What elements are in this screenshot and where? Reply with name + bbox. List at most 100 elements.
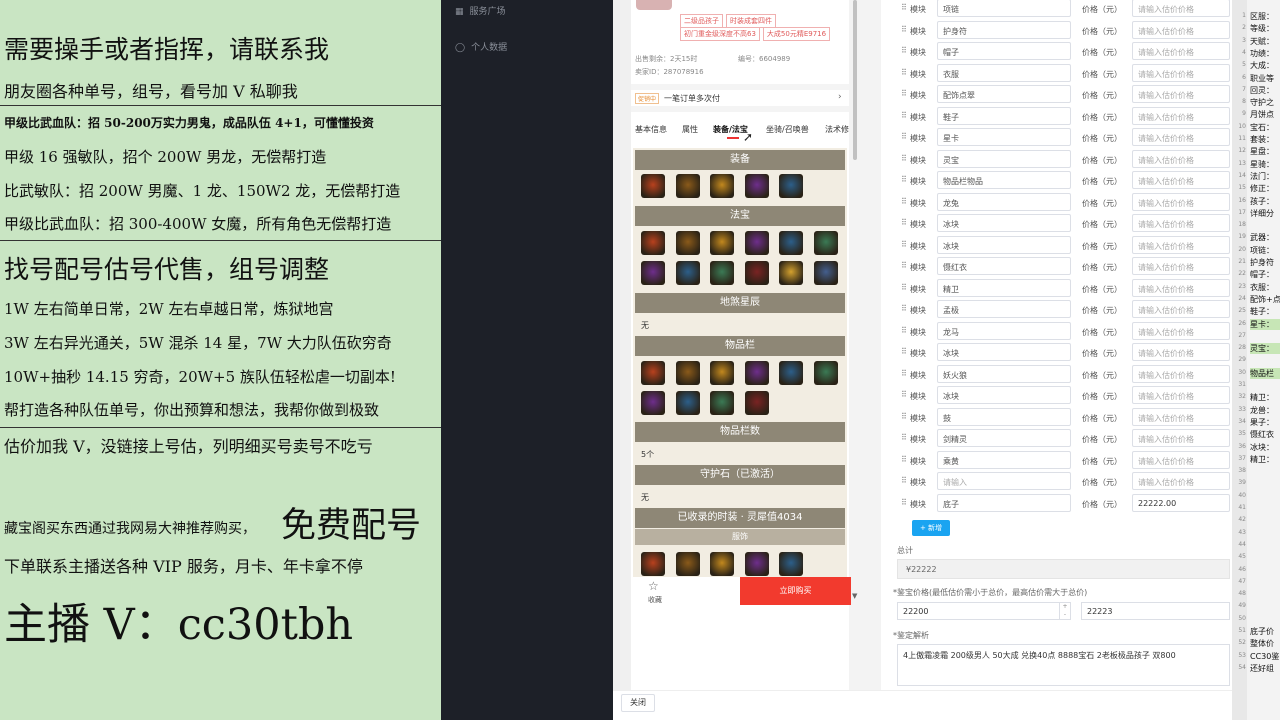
equipment-item-icon[interactable] [675, 174, 700, 198]
note-line[interactable]: 守护之 [1250, 97, 1274, 108]
drag-handle-icon[interactable]: ⠿ [901, 46, 907, 55]
equipment-item-icon[interactable] [744, 174, 769, 198]
price-input[interactable]: 请输入估价价格 [1132, 472, 1230, 490]
note-line[interactable]: 冰块： [1250, 442, 1274, 453]
treasure-item-icon[interactable] [710, 231, 734, 255]
treasure-item-icon[interactable] [744, 231, 769, 255]
sidebar-item-service[interactable]: ▦ 服务广场 [455, 4, 506, 17]
module-name-input[interactable]: 项链 [937, 0, 1071, 17]
price-input[interactable]: 请输入估价价格 [1132, 192, 1230, 211]
close-button[interactable]: 关闭 [621, 694, 655, 712]
note-line[interactable]: 孩子： [1250, 196, 1274, 207]
price-input[interactable]: 请输入估价价格 [1132, 321, 1230, 340]
drag-handle-icon[interactable]: ⠿ [901, 433, 907, 442]
module-name-input[interactable]: 剑精灵 [937, 429, 1071, 447]
treasure-item-icon[interactable] [641, 231, 665, 255]
drag-handle-icon[interactable]: ⠿ [901, 283, 907, 292]
tab-attributes[interactable]: 属性 [682, 124, 698, 135]
module-name-input[interactable]: 灵宝 [937, 149, 1071, 168]
phone-scrollbar[interactable]: ▼ [851, 0, 859, 600]
note-line[interactable]: 等级： [1250, 23, 1274, 34]
price-input[interactable]: 请输入估价价格 [1132, 128, 1230, 146]
inventory-item-icon[interactable] [813, 361, 838, 385]
note-line[interactable]: 套装： [1250, 134, 1274, 145]
module-name-input[interactable]: 龙马 [937, 321, 1071, 340]
price-input[interactable]: 请输入估价价格 [1132, 429, 1230, 447]
drag-handle-icon[interactable]: ⠿ [901, 175, 907, 184]
note-line[interactable]: 职业等 [1250, 73, 1274, 84]
price-input[interactable]: 请输入估价价格 [1132, 278, 1230, 297]
module-name-input[interactable]: 请输入 [937, 472, 1071, 490]
note-line[interactable]: 星卡： [1250, 318, 1280, 330]
note-line[interactable]: 功绩： [1250, 48, 1274, 59]
note-line[interactable]: 物品栏 [1250, 367, 1280, 379]
price-input[interactable]: 22222.00 [1132, 493, 1230, 512]
note-line[interactable]: 宝石： [1250, 122, 1274, 133]
drag-handle-icon[interactable]: ⠿ [901, 3, 907, 12]
treasure-item-icon[interactable] [744, 261, 769, 285]
drag-handle-icon[interactable]: ⠿ [901, 218, 907, 227]
sidebar-item-personal[interactable]: ◯ 个人数据 [455, 40, 507, 53]
price-input[interactable]: 请输入估价价格 [1132, 0, 1230, 17]
note-line[interactable]: 月饼点 [1250, 109, 1274, 120]
tab-mounts[interactable]: 坐骑/召唤兽 [766, 124, 809, 135]
note-line[interactable]: 灵宝： [1250, 343, 1280, 355]
treasure-item-icon[interactable] [779, 231, 803, 255]
treasure-item-icon[interactable] [779, 261, 803, 285]
treasure-item-icon[interactable] [813, 231, 838, 255]
price-input[interactable]: 请输入估价价格 [1132, 343, 1230, 361]
module-name-input[interactable]: 慑红衣 [937, 257, 1071, 275]
note-line[interactable]: 精卫： [1250, 454, 1274, 465]
drag-handle-icon[interactable]: ⠿ [901, 498, 907, 507]
tab-spells[interactable]: 法术修 [825, 124, 849, 135]
module-name-input[interactable]: 鞋子 [937, 106, 1071, 125]
note-line[interactable]: 还好组 [1250, 663, 1274, 674]
drag-handle-icon[interactable]: ⠿ [901, 369, 907, 378]
tab-basic[interactable]: 基本信息 [635, 124, 667, 135]
buy-now-button[interactable]: 立即购买 [740, 577, 851, 605]
note-line[interactable]: 帽子： [1250, 269, 1274, 280]
module-name-input[interactable]: 乘黄 [937, 450, 1071, 469]
equipment-item-icon[interactable] [710, 174, 734, 198]
note-line[interactable]: 详细分 [1250, 208, 1274, 219]
fashion-item-icon[interactable] [675, 552, 700, 576]
module-name-input[interactable]: 精卫 [937, 278, 1071, 297]
note-line[interactable]: 配饰+点 [1250, 294, 1280, 305]
module-name-input[interactable]: 护身符 [937, 20, 1071, 39]
fashion-item-icon[interactable] [779, 552, 803, 576]
drag-handle-icon[interactable]: ⠿ [901, 154, 907, 163]
price-input[interactable]: 请输入估价价格 [1132, 257, 1230, 275]
module-name-input[interactable]: 衣服 [937, 63, 1071, 82]
equipment-item-icon[interactable] [779, 174, 803, 198]
module-name-input[interactable]: 底子 [937, 493, 1071, 512]
stepper[interactable]: + - [1059, 603, 1070, 619]
price-input[interactable]: 请输入估价价格 [1132, 85, 1230, 103]
module-name-input[interactable]: 星卡 [937, 128, 1071, 146]
inventory-item-icon[interactable] [710, 361, 734, 385]
price-input[interactable]: 请输入估价价格 [1132, 386, 1230, 404]
note-line[interactable]: 慑红衣 [1250, 429, 1274, 440]
module-name-input[interactable]: 孟极 [937, 300, 1071, 318]
module-name-input[interactable]: 冰块 [937, 386, 1071, 404]
drag-handle-icon[interactable]: ⠿ [901, 132, 907, 141]
note-line[interactable]: 底子价 [1250, 626, 1274, 637]
module-name-input[interactable]: 配饰点翠 [937, 85, 1071, 103]
star-icon[interactable]: ☆ [648, 579, 659, 593]
note-line[interactable]: 衣服： [1250, 282, 1274, 293]
inventory-item-icon[interactable] [744, 361, 769, 385]
price-input[interactable]: 请输入估价价格 [1132, 235, 1230, 254]
price-input[interactable]: 请输入估价价格 [1132, 149, 1230, 168]
drag-handle-icon[interactable]: ⠿ [901, 261, 907, 270]
price-input[interactable]: 请输入估价价格 [1132, 171, 1230, 189]
inventory-item-icon[interactable] [710, 391, 734, 415]
module-name-input[interactable]: 冰块 [937, 214, 1071, 232]
module-name-input[interactable]: 鼓 [937, 407, 1071, 426]
price-input[interactable]: 请输入估价价格 [1132, 214, 1230, 232]
drag-handle-icon[interactable]: ⠿ [901, 304, 907, 313]
range-min-input[interactable]: 22200 [897, 602, 1071, 620]
treasure-item-icon[interactable] [675, 231, 700, 255]
price-input[interactable]: 请输入估价价格 [1132, 450, 1230, 469]
treasure-item-icon[interactable] [675, 261, 700, 285]
note-line[interactable]: 护身符 [1250, 257, 1274, 268]
module-name-input[interactable]: 冰块 [937, 235, 1071, 254]
